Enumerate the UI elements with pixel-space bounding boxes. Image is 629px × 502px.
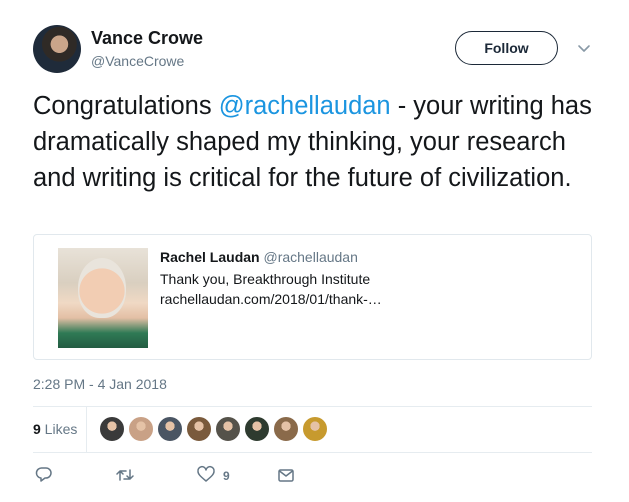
- liker-avatar[interactable]: [128, 416, 154, 442]
- tweet-text-part: Congratulations: [33, 92, 219, 120]
- liker-avatar[interactable]: [186, 416, 212, 442]
- likes-number: 9: [33, 421, 41, 437]
- quoted-author-face: [78, 258, 126, 318]
- quoted-author: Rachel Laudan @rachellaudan: [160, 249, 358, 265]
- liker-avatar[interactable]: [273, 416, 299, 442]
- divider: [33, 406, 592, 407]
- quoted-text: Thank you, Breakthrough Institute: [160, 271, 371, 287]
- tweet-timestamp[interactable]: 2:28 PM - 4 Jan 2018: [33, 376, 167, 392]
- envelope-icon[interactable]: [276, 465, 296, 485]
- mention-link[interactable]: @rachellaudan: [219, 92, 391, 120]
- quoted-author-handle: @rachellaudan: [263, 249, 358, 265]
- heart-icon[interactable]: [196, 465, 216, 485]
- likers-avatars: [99, 416, 331, 442]
- divider: [33, 452, 592, 453]
- liker-avatar[interactable]: [215, 416, 241, 442]
- tweet-text: Congratulations @rachellaudan - your wri…: [33, 88, 603, 196]
- likes-label: Likes: [40, 421, 78, 437]
- author-avatar[interactable]: [33, 25, 81, 73]
- chevron-down-icon[interactable]: [576, 40, 592, 56]
- author-name[interactable]: Vance Crowe: [91, 28, 203, 49]
- retweet-icon[interactable]: [115, 465, 135, 485]
- reply-icon[interactable]: [34, 465, 54, 485]
- follow-button[interactable]: Follow: [455, 31, 558, 65]
- stats-separator: [86, 407, 87, 452]
- author-handle[interactable]: @VanceCrowe: [91, 53, 184, 69]
- liker-avatar[interactable]: [157, 416, 183, 442]
- likes-count[interactable]: 9 Likes: [33, 421, 77, 437]
- liker-avatar[interactable]: [244, 416, 270, 442]
- like-count[interactable]: 9: [223, 469, 230, 483]
- quoted-link[interactable]: rachellaudan.com/2018/01/thank-…: [160, 291, 382, 307]
- quoted-author-name: Rachel Laudan: [160, 249, 260, 265]
- liker-avatar[interactable]: [302, 416, 328, 442]
- liker-avatar[interactable]: [99, 416, 125, 442]
